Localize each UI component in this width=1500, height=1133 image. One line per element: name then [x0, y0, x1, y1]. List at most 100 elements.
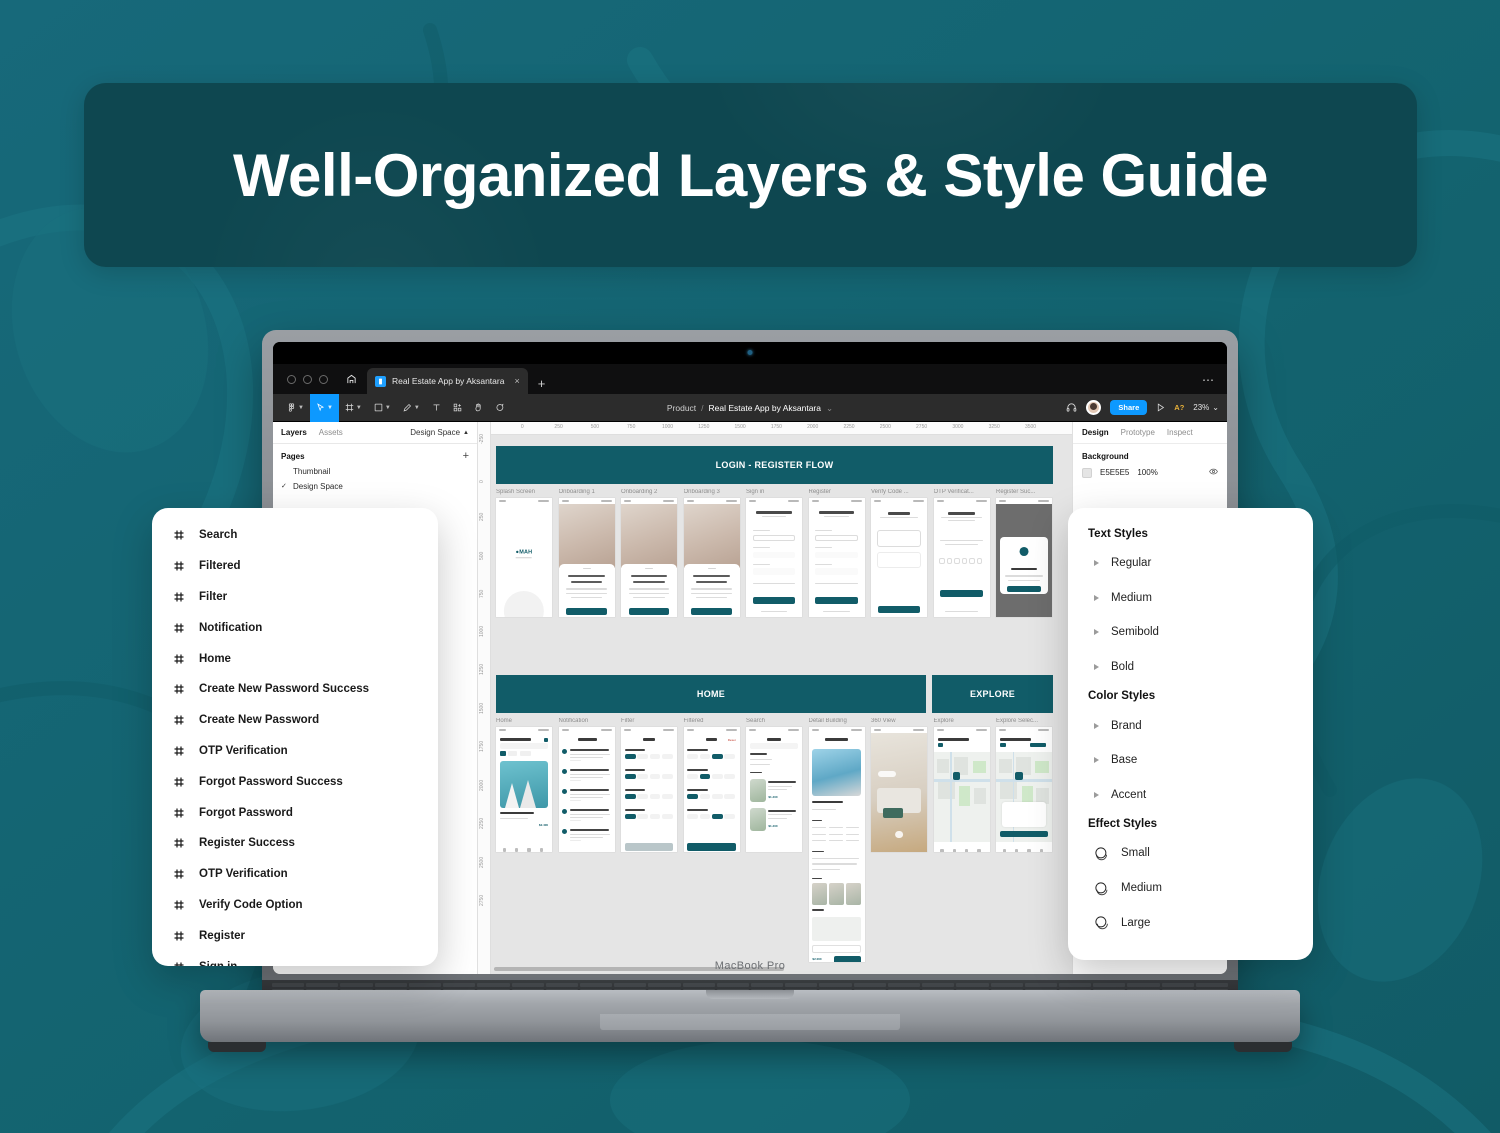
present-play-icon[interactable]: [1156, 403, 1165, 412]
frame-label[interactable]: Explore: [934, 718, 998, 724]
background-hex-value[interactable]: E5E5E5: [1100, 468, 1129, 477]
layer-list-item[interactable]: Verify Code Option: [152, 890, 438, 921]
shape-tool-icon[interactable]: ▼: [368, 394, 397, 422]
frame-label[interactable]: Onboarding 1: [559, 489, 623, 495]
expand-triangle-icon[interactable]: [1094, 722, 1099, 729]
page-item-design-space[interactable]: ✓ Design Space: [273, 479, 477, 494]
artboard-thumbnail[interactable]: [933, 498, 990, 617]
avatar[interactable]: [1086, 400, 1102, 415]
minimize-window-icon[interactable]: [303, 374, 312, 384]
pen-tool-icon[interactable]: ▼: [397, 394, 426, 422]
component-tool-icon[interactable]: [447, 394, 468, 422]
text-tool-icon[interactable]: [426, 394, 447, 422]
share-button[interactable]: Share: [1110, 400, 1148, 415]
tab-prototype[interactable]: Prototype: [1121, 428, 1155, 437]
layer-list-item[interactable]: OTP Verification: [152, 736, 438, 767]
frame-label[interactable]: Search: [746, 718, 810, 724]
breadcrumb-file[interactable]: Real Estate App by Aksantara: [709, 403, 821, 413]
page-selector[interactable]: Design Space ▲: [410, 428, 469, 437]
style-list-item[interactable]: Medium: [1068, 581, 1313, 616]
layer-list-item[interactable]: Create New Password: [152, 705, 438, 736]
artboard-thumbnail[interactable]: [558, 727, 615, 852]
layer-list-item[interactable]: Forgot Password Success: [152, 766, 438, 797]
figma-canvas[interactable]: -250 0 250 500 750 1000 1250 1500 1750 2000 2250 25…: [478, 422, 1072, 974]
window-controls[interactable]: [283, 364, 336, 394]
page-item-thumbnail[interactable]: Thumbnail: [273, 464, 477, 479]
style-list-item[interactable]: Regular: [1068, 546, 1313, 581]
frame-label[interactable]: Notification: [559, 718, 623, 724]
style-list-item[interactable]: Accent: [1068, 778, 1313, 813]
frame-label[interactable]: Verify Code ...: [871, 489, 935, 495]
layer-list-item[interactable]: Register Success: [152, 828, 438, 859]
artboard-thumbnail[interactable]: [808, 498, 865, 617]
layer-list-item[interactable]: Home: [152, 643, 438, 674]
style-list-item[interactable]: Medium: [1068, 871, 1313, 906]
artboard-thumbnail[interactable]: $1.400 $1.400: [746, 727, 802, 852]
artboard-thumbnail[interactable]: Reset: [683, 727, 740, 852]
tab-layers[interactable]: Layers: [281, 428, 307, 437]
layer-list-item[interactable]: Forgot Password: [152, 797, 438, 828]
eye-icon[interactable]: [1209, 467, 1218, 478]
color-swatch[interactable]: [1082, 467, 1092, 478]
layer-list-item[interactable]: Create New Password Success: [152, 674, 438, 705]
background-color-row[interactable]: E5E5E5 100%: [1073, 465, 1227, 480]
artboard-thumbnail[interactable]: [996, 498, 1052, 617]
expand-triangle-icon[interactable]: [1094, 791, 1099, 798]
tab-design[interactable]: Design: [1082, 428, 1109, 437]
frame-label[interactable]: Register: [809, 489, 873, 495]
style-list-item[interactable]: Base: [1068, 743, 1313, 778]
artboard-thumbnail[interactable]: [933, 727, 990, 852]
artboard-thumbnail[interactable]: [621, 498, 677, 617]
home-icon[interactable]: [336, 364, 367, 394]
layer-list-item[interactable]: Search: [152, 520, 438, 551]
expand-triangle-icon[interactable]: [1094, 664, 1099, 671]
frame-label[interactable]: Home: [496, 718, 560, 724]
frame-label[interactable]: Filter: [621, 718, 685, 724]
layer-list-item[interactable]: Notification: [152, 612, 438, 643]
background-opacity-value[interactable]: 100%: [1137, 468, 1157, 477]
layer-list-item[interactable]: Sign in: [152, 951, 438, 966]
artboard-thumbnail[interactable]: [871, 727, 927, 852]
frame-label[interactable]: OTP Verificat...: [934, 489, 998, 495]
frame-label[interactable]: Onboarding 3: [684, 489, 748, 495]
frame-tool-icon[interactable]: ▼: [339, 394, 368, 422]
layer-list-item[interactable]: OTP Verification: [152, 859, 438, 890]
zoom-level[interactable]: 23% ⌄: [1193, 403, 1219, 412]
frame-label[interactable]: Filtered: [684, 718, 748, 724]
layer-list-item[interactable]: Filter: [152, 582, 438, 613]
layer-list-item[interactable]: Filtered: [152, 551, 438, 582]
ai-label[interactable]: A?: [1174, 403, 1184, 412]
maximize-window-icon[interactable]: [319, 374, 328, 384]
add-page-icon[interactable]: +: [463, 450, 469, 462]
close-tab-icon[interactable]: ×: [514, 376, 519, 386]
browser-tab[interactable]: Real Estate App by Aksantara ×: [367, 368, 528, 394]
layer-list-item[interactable]: Register: [152, 920, 438, 951]
headphones-icon[interactable]: [1066, 402, 1077, 413]
artboard-thumbnail[interactable]: [746, 498, 802, 617]
frame-label[interactable]: Sign in: [746, 489, 810, 495]
browser-overflow-menu-icon[interactable]: ⋯: [1202, 373, 1215, 387]
frame-label[interactable]: Register Suc...: [996, 489, 1060, 495]
tab-assets[interactable]: Assets: [319, 428, 343, 437]
artboard-thumbnail[interactable]: $2.400: [496, 727, 552, 852]
move-tool-icon[interactable]: ▼: [309, 393, 339, 422]
expand-triangle-icon[interactable]: [1094, 594, 1099, 601]
artboard-thumbnail[interactable]: [871, 498, 927, 617]
artboard-thumbnail[interactable]: [558, 498, 615, 617]
frame-label[interactable]: Explore Selec...: [996, 718, 1060, 724]
artboard-thumbnail[interactable]: [621, 727, 677, 852]
expand-triangle-icon[interactable]: [1094, 629, 1099, 636]
chevron-down-icon[interactable]: ⌄: [826, 403, 833, 414]
style-list-item[interactable]: Bold: [1068, 650, 1313, 685]
frame-label[interactable]: Splash Screen: [496, 489, 560, 495]
hand-tool-icon[interactable]: [468, 394, 489, 422]
style-list-item[interactable]: Large: [1068, 905, 1313, 940]
expand-triangle-icon[interactable]: [1094, 757, 1099, 764]
artboard-thumbnail[interactable]: [683, 498, 740, 617]
new-tab-button[interactable]: +: [528, 376, 556, 394]
comment-tool-icon[interactable]: [489, 394, 510, 422]
tab-inspect[interactable]: Inspect: [1167, 428, 1193, 437]
style-list-item[interactable]: Semibold: [1068, 615, 1313, 650]
breadcrumb-team[interactable]: Product: [667, 403, 696, 413]
frame-label[interactable]: 360 View: [871, 718, 935, 724]
